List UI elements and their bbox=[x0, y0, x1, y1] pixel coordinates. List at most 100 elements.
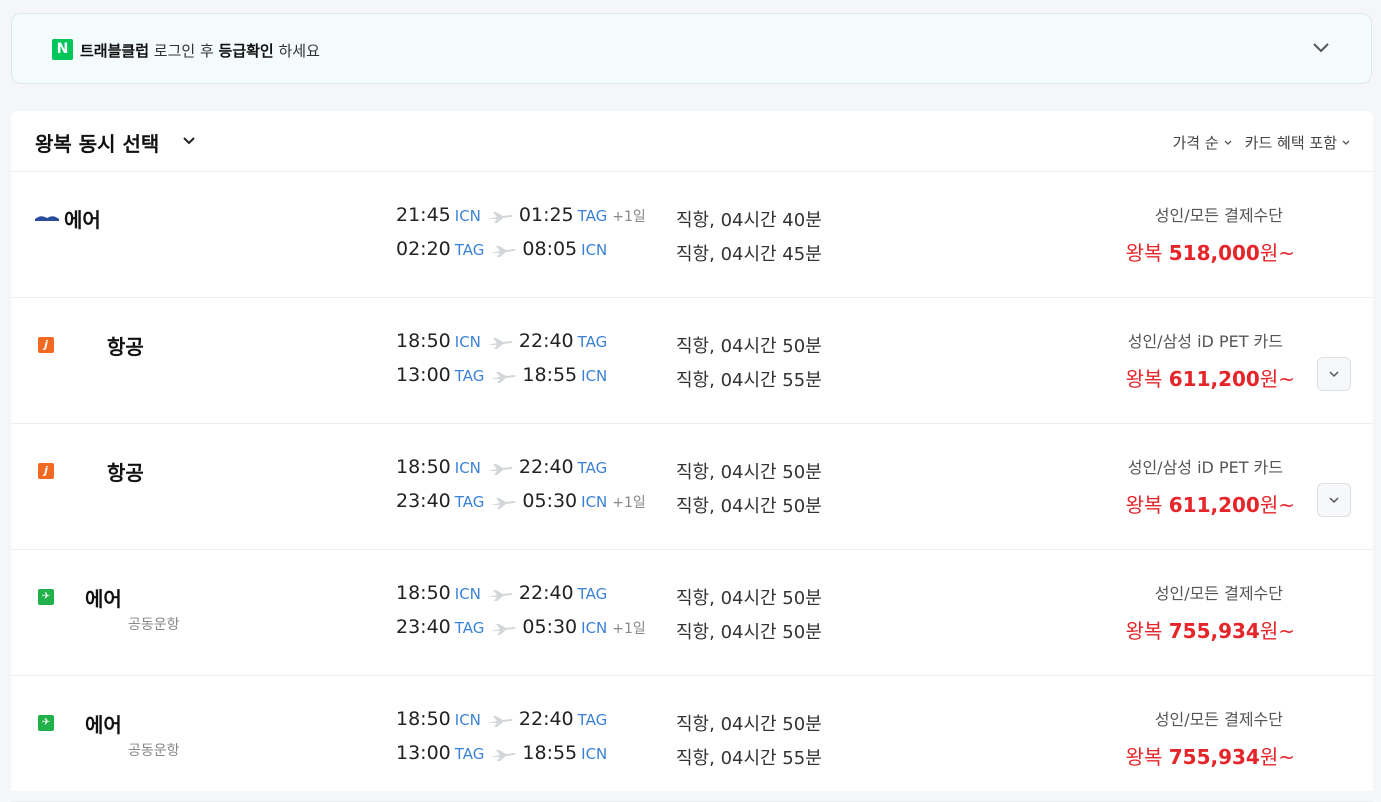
payment-condition: 성인/모든 결제수단 bbox=[1154, 584, 1283, 603]
departure-airport: ICN bbox=[454, 459, 481, 477]
arrival-airport: ICN bbox=[581, 241, 608, 259]
price-suffix: 원~ bbox=[1259, 241, 1295, 265]
banner-text-end: 하세요 bbox=[273, 42, 320, 60]
outbound-duration: 직항, 04시간 50분 bbox=[676, 462, 822, 483]
arrival-airport: TAG bbox=[577, 207, 608, 225]
price-amount: 755,934 bbox=[1168, 619, 1260, 643]
price[interactable]: 왕복 755,934원~ bbox=[1126, 741, 1295, 770]
banner-emphasis: 등급확인 bbox=[218, 42, 274, 60]
departure-time: 23:40 bbox=[396, 490, 451, 512]
results-panel: 왕복 동시 선택 가격 순 카드 혜택 포함 에어 21:45 ICN 01:25 TA… bbox=[11, 111, 1373, 802]
airbusan-logo bbox=[35, 216, 59, 221]
plane-icon bbox=[487, 464, 513, 475]
departure-airport: ICN bbox=[454, 333, 481, 351]
chevron-down-icon bbox=[1224, 140, 1232, 145]
codeshare-label: 공동운항 bbox=[128, 743, 180, 759]
inbound-leg: 13:00 TAG 18:55 ICN bbox=[396, 364, 607, 390]
departure-time: 18:50 bbox=[396, 330, 451, 352]
airline-name: 에어 bbox=[85, 587, 122, 611]
arrival-airport: ICN bbox=[581, 619, 608, 637]
card-benefit-dropdown[interactable]: 카드 혜택 포함 bbox=[1245, 132, 1351, 153]
outbound-duration: 직항, 04시간 50분 bbox=[676, 588, 822, 609]
page-title[interactable]: 왕복 동시 선택 bbox=[35, 128, 159, 157]
sort-label: 가격 순 bbox=[1172, 134, 1219, 152]
arrival-time: 18:55 bbox=[522, 742, 578, 764]
price[interactable]: 왕복 518,000원~ bbox=[1126, 237, 1295, 266]
price[interactable]: 왕복 611,200원~ bbox=[1126, 489, 1295, 518]
outbound-leg: 21:45 ICN 01:25 TAG +1일 bbox=[396, 204, 646, 230]
departure-airport: TAG bbox=[454, 619, 485, 637]
departure-airport: TAG bbox=[454, 745, 485, 763]
departure-time: 18:50 bbox=[396, 456, 451, 478]
next-day-badge: +1일 bbox=[612, 495, 646, 511]
inbound-duration: 직항, 04시간 55분 bbox=[676, 370, 822, 391]
price-amount: 755,934 bbox=[1168, 745, 1260, 769]
airline-name: 에어 bbox=[64, 208, 101, 232]
price-suffix: 원~ bbox=[1259, 745, 1295, 769]
outbound-duration: 직항, 04시간 50분 bbox=[676, 336, 822, 357]
chevron-down-icon bbox=[1329, 371, 1339, 378]
departure-time: 21:45 bbox=[396, 204, 451, 226]
flight-row[interactable]: ✈ 에어 공동운항 18:50 ICN 22:40 TAG 23:40 TAG 05:30 ICN +… bbox=[11, 550, 1373, 676]
expand-fares-button[interactable] bbox=[1317, 483, 1351, 517]
codeshare-label: 공동운항 bbox=[128, 617, 180, 633]
arrival-time: 22:40 bbox=[518, 330, 574, 352]
departure-time: 23:40 bbox=[396, 616, 451, 638]
plane-icon bbox=[491, 246, 516, 257]
plane-icon bbox=[491, 624, 516, 635]
price-prefix: 왕복 bbox=[1125, 493, 1169, 517]
plane-icon bbox=[491, 372, 516, 383]
sort-controls: 가격 순 카드 혜택 포함 bbox=[1172, 132, 1351, 153]
jejuair-logo: j bbox=[38, 337, 54, 353]
arrival-time: 01:25 bbox=[518, 204, 574, 226]
price-prefix: 왕복 bbox=[1125, 241, 1169, 265]
sort-dropdown[interactable]: 가격 순 bbox=[1172, 132, 1232, 153]
arrival-time: 08:05 bbox=[522, 238, 578, 260]
plane-icon bbox=[491, 750, 516, 761]
departure-time: 18:50 bbox=[396, 582, 451, 604]
departure-airport: ICN bbox=[454, 207, 481, 225]
price-prefix: 왕복 bbox=[1125, 745, 1169, 769]
outbound-leg: 18:50 ICN 22:40 TAG bbox=[396, 708, 607, 734]
price-amount: 611,200 bbox=[1168, 367, 1260, 391]
flight-row[interactable]: ✈ 에어 공동운항 18:50 ICN 22:40 TAG 13:00 TAG 18:55 ICN 직… bbox=[11, 676, 1373, 802]
outbound-leg: 18:50 ICN 22:40 TAG bbox=[396, 582, 607, 608]
arrival-time: 22:40 bbox=[518, 456, 574, 478]
arrival-airport: ICN bbox=[581, 745, 608, 763]
flight-row[interactable]: 에어 21:45 ICN 01:25 TAG +1일 02:20 TAG 08:05 ICN 직항,… bbox=[11, 172, 1373, 298]
price-amount: 611,200 bbox=[1168, 493, 1260, 517]
outbound-leg: 18:50 ICN 22:40 TAG bbox=[396, 456, 607, 482]
arrival-time: 22:40 bbox=[518, 582, 574, 604]
arrival-time: 18:55 bbox=[522, 364, 578, 386]
inbound-duration: 직항, 04시간 50분 bbox=[676, 496, 822, 517]
card-benefit-label: 카드 혜택 포함 bbox=[1244, 134, 1337, 152]
price[interactable]: 왕복 755,934원~ bbox=[1126, 615, 1295, 644]
departure-time: 13:00 bbox=[396, 742, 451, 764]
flight-row[interactable]: j 항공 18:50 ICN 22:40 TAG 13:00 TAG 18:55 ICN 직항, 0… bbox=[11, 298, 1373, 424]
arrival-airport: ICN bbox=[581, 493, 608, 511]
payment-condition: 성인/삼성 iD PET 카드 bbox=[1127, 458, 1283, 477]
outbound-leg: 18:50 ICN 22:40 TAG bbox=[396, 330, 607, 356]
departure-airport: TAG bbox=[454, 493, 485, 511]
airline-name: 항공 bbox=[107, 461, 144, 485]
price-prefix: 왕복 bbox=[1125, 619, 1169, 643]
payment-condition: 성인/모든 결제수단 bbox=[1154, 710, 1283, 729]
departure-time: 02:20 bbox=[396, 238, 451, 260]
airline-name: 에어 bbox=[85, 713, 122, 737]
jinair-logo: ✈ bbox=[38, 589, 54, 605]
departure-airport: ICN bbox=[454, 585, 481, 603]
plane-icon bbox=[491, 498, 516, 509]
results-header: 왕복 동시 선택 가격 순 카드 혜택 포함 bbox=[11, 111, 1373, 172]
next-day-badge: +1일 bbox=[612, 209, 646, 225]
plane-icon bbox=[487, 590, 513, 601]
expand-fares-button[interactable] bbox=[1317, 357, 1351, 391]
chevron-down-icon bbox=[1342, 140, 1350, 145]
travel-club-banner[interactable]: N 트래블클럽 로그인 후 등급확인 하세요 bbox=[11, 13, 1372, 84]
price[interactable]: 왕복 611,200원~ bbox=[1126, 363, 1295, 392]
plane-icon bbox=[487, 338, 513, 349]
flight-row[interactable]: j 항공 18:50 ICN 22:40 TAG 23:40 TAG 05:30 ICN +1일 직항… bbox=[11, 424, 1373, 550]
chevron-down-icon[interactable] bbox=[181, 133, 197, 149]
chevron-down-icon[interactable] bbox=[1309, 36, 1333, 60]
arrival-airport: TAG bbox=[577, 711, 608, 729]
arrival-airport: TAG bbox=[577, 585, 608, 603]
